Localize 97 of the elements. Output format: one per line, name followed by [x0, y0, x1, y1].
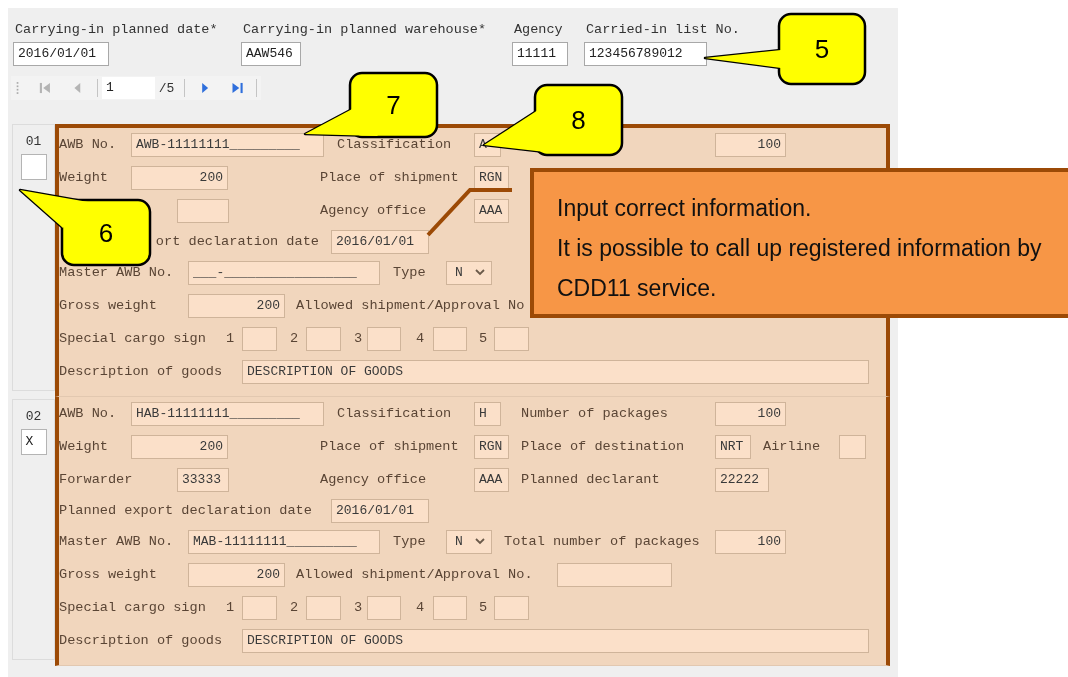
field-label: 4: [416, 331, 426, 346]
field-label: 2: [290, 600, 300, 615]
field-label: Agency: [513, 21, 564, 39]
field-label: Master AWB No.: [59, 265, 175, 280]
field-label: Planned export declaration date: [59, 503, 313, 518]
field-label: Carried-in list No.: [585, 21, 741, 39]
input-field[interactable]: 123456789012: [584, 42, 707, 66]
input-field[interactable]: HAB-11111111_________: [131, 401, 324, 426]
input-field[interactable]: 100: [715, 401, 786, 426]
field-label: Weight: [59, 439, 109, 454]
input-field[interactable]: DESCRIPTION OF GOODS: [242, 628, 869, 653]
input-field[interactable]: 2016/01/01: [331, 498, 429, 523]
field-label: Classification: [337, 137, 453, 152]
input-field[interactable]: 2016/01/01: [331, 229, 429, 254]
input-field[interactable]: 200: [188, 293, 285, 318]
field-label: Number of packages: [521, 406, 669, 421]
caret-icon: [475, 269, 485, 276]
input-field[interactable]: [242, 595, 277, 620]
input-field[interactable]: [494, 595, 529, 620]
input-field[interactable]: [494, 326, 529, 351]
field-label: 1: [226, 331, 236, 346]
caret-icon: [475, 538, 485, 545]
input-field[interactable]: 200: [131, 165, 228, 190]
input-field[interactable]: [306, 595, 341, 620]
field-label: Allowed shipment/Approval No: [296, 298, 526, 313]
field-label: Type: [393, 265, 427, 280]
dropdown[interactable]: N: [446, 529, 492, 554]
input-field[interactable]: [433, 326, 467, 351]
field-label: Description of goods: [59, 633, 224, 648]
input-field[interactable]: [242, 326, 277, 351]
input-field[interactable]: RGN: [474, 434, 509, 459]
input-field[interactable]: NRT: [715, 434, 751, 459]
grip-icon: [15, 80, 21, 96]
field-label: Type: [393, 534, 427, 549]
field-label: AWB No.: [59, 406, 118, 421]
field-label: Gross weight: [59, 298, 158, 313]
field-label: 5: [479, 331, 489, 346]
input-field[interactable]: 33333: [177, 467, 229, 492]
field-label: ort declaration date: [154, 234, 320, 249]
record-number: 01: [25, 133, 42, 151]
dropdown[interactable]: N: [446, 260, 492, 285]
input-field[interactable]: [367, 595, 401, 620]
field-label: Classification: [337, 406, 453, 421]
input-field[interactable]: [557, 562, 672, 587]
input-field[interactable]: [433, 595, 467, 620]
input-field[interactable]: AAA: [474, 198, 509, 223]
input-field[interactable]: [306, 326, 341, 351]
field-label: Place of shipment: [320, 170, 460, 185]
input-field[interactable]: 100: [715, 529, 786, 554]
input-field[interactable]: 200: [131, 434, 228, 459]
field-label: Special cargo sign: [59, 600, 207, 615]
input-field[interactable]: H: [474, 401, 501, 426]
field-label: Forwarder: [59, 472, 134, 487]
field-label: 2: [290, 331, 300, 346]
field-label: Carrying-in planned warehouse*: [242, 21, 488, 39]
input-field[interactable]: 22222: [715, 467, 769, 492]
field-label: AWB No.: [59, 137, 118, 152]
field-label: 3: [354, 331, 364, 346]
field-label: Agency office: [320, 472, 428, 487]
input-field[interactable]: AAA: [474, 467, 509, 492]
note-line: Input correct information.: [557, 194, 813, 223]
field-label: Place of destination: [521, 439, 686, 454]
input-field[interactable]: AAW546: [241, 42, 301, 66]
field-label: 4: [416, 600, 426, 615]
field-label: 5: [479, 600, 489, 615]
field-label: 1: [226, 600, 236, 615]
page-total: /5: [158, 80, 175, 96]
page-number-field[interactable]: 1: [101, 77, 155, 99]
input-field[interactable]: [367, 326, 401, 351]
field-label: Place of shipment: [320, 439, 460, 454]
field-label: Gross weight: [59, 567, 158, 582]
input-field[interactable]: [177, 198, 229, 223]
field-label: Agency office: [320, 203, 428, 218]
input-field[interactable]: 200: [188, 562, 285, 587]
input-field[interactable]: DESCRIPTION OF GOODS: [242, 359, 869, 384]
field-label: Master AWB No.: [59, 534, 175, 549]
field-label: Airline: [763, 439, 822, 454]
field-label: Weight: [59, 170, 109, 185]
input-field[interactable]: [20, 154, 47, 180]
input-field[interactable]: MAB-11111111_________: [188, 529, 380, 554]
field-label: Allowed shipment/Approval No.: [296, 567, 534, 582]
record-number: 02: [25, 408, 42, 426]
field-label: Total number of packages: [504, 534, 701, 549]
field-label: Special cargo sign: [59, 331, 207, 346]
input-field[interactable]: X: [20, 429, 47, 455]
input-field[interactable]: RGN: [474, 165, 509, 190]
field-label: 3: [354, 600, 364, 615]
input-field[interactable]: 2016/01/01: [13, 42, 109, 66]
input-field[interactable]: AWB-11111111_________: [131, 132, 324, 157]
note-line: It is possible to call up registered information by CDD11 service.: [557, 234, 1043, 303]
field-label: Carrying-in planned date*: [14, 21, 219, 39]
input-field[interactable]: [839, 434, 866, 459]
field-label: Description of goods: [59, 364, 224, 379]
input-field[interactable]: 100: [715, 132, 786, 157]
input-field[interactable]: ___-_________________: [188, 260, 380, 285]
input-field[interactable]: 11111: [512, 42, 568, 66]
field-label: Planned declarant: [521, 472, 661, 487]
